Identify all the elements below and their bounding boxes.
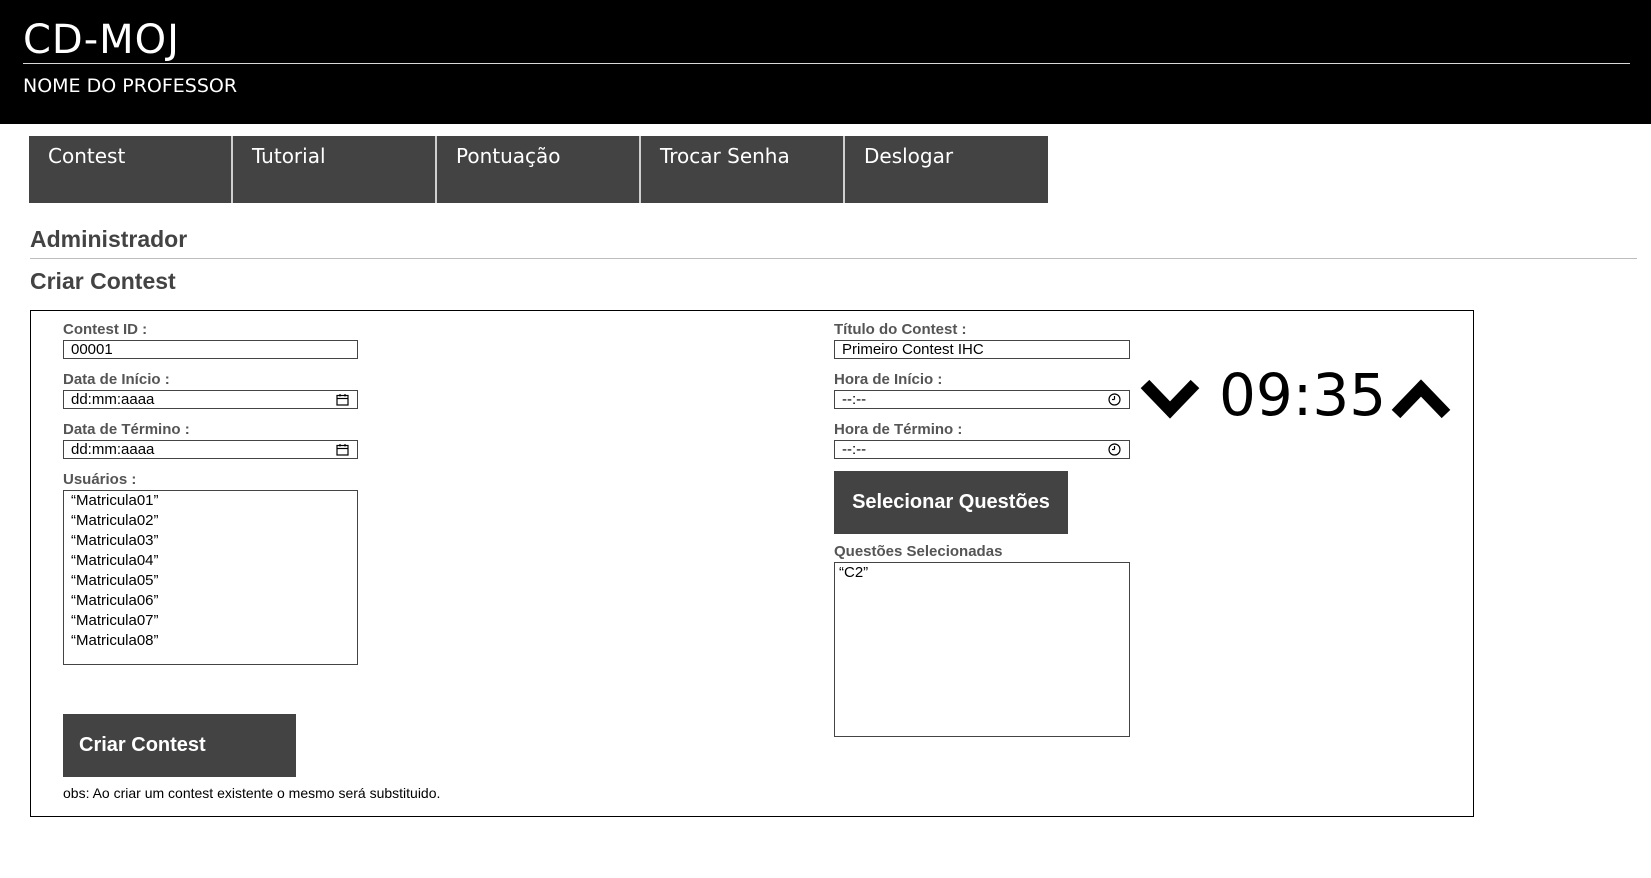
hora-termino-label: Hora de Término : <box>834 421 963 438</box>
list-item[interactable]: “Matricula07” <box>71 611 357 631</box>
calendar-icon[interactable] <box>336 443 349 456</box>
data-termino-input[interactable]: dd:mm:aaaa <box>63 440 358 459</box>
nav-item-deslogar[interactable]: Deslogar <box>845 136 1046 203</box>
usuarios-label: Usuários : <box>63 471 137 488</box>
list-item[interactable]: “Matricula02” <box>71 511 357 531</box>
subsection-title: Criar Contest <box>30 268 176 294</box>
nav-item-tutorial[interactable]: Tutorial <box>233 136 437 203</box>
nav-item-trocar-senha[interactable]: Trocar Senha <box>641 136 845 203</box>
clock-icon[interactable] <box>1108 393 1121 406</box>
list-item[interactable]: “Matricula01” <box>71 491 357 511</box>
selecionar-questoes-button[interactable]: Selecionar Questões <box>834 471 1068 534</box>
titulo-value: Primeiro Contest IHC <box>842 341 984 358</box>
list-item[interactable]: “Matricula03” <box>71 531 357 551</box>
contest-id-input[interactable]: 00001 <box>63 340 358 359</box>
questoes-listbox[interactable]: “C2” <box>834 562 1130 737</box>
questoes-selecionadas-label: Questões Selecionadas <box>834 543 1003 560</box>
usuarios-listbox[interactable]: “Matricula01” “Matricula02” “Matricula03… <box>63 490 358 665</box>
data-termino-value: dd:mm:aaaa <box>71 441 155 458</box>
contest-id-label: Contest ID : <box>63 321 148 338</box>
list-item[interactable]: “C2” <box>839 563 1129 583</box>
app-title: CD-MOJ <box>23 17 180 63</box>
time-picker-value: 09:35 <box>1219 361 1387 429</box>
section-divider <box>30 258 1637 259</box>
list-item[interactable]: “Matricula05” <box>71 571 357 591</box>
titulo-input[interactable]: Primeiro Contest IHC <box>834 340 1130 359</box>
list-item[interactable]: “Matricula04” <box>71 551 357 571</box>
main-nav: Contest Tutorial Pontuação Trocar Senha … <box>29 136 1048 203</box>
professor-name: NOME DO PROFESSOR <box>23 75 238 97</box>
header-divider <box>23 63 1630 64</box>
chevron-down-icon[interactable] <box>1139 376 1201 420</box>
data-inicio-input[interactable]: dd:mm:aaaa <box>63 390 358 409</box>
page: CD-MOJ NOME DO PROFESSOR Contest Tutoria… <box>0 0 1651 878</box>
chevron-up-icon[interactable] <box>1390 376 1452 420</box>
section-title: Administrador <box>30 226 188 252</box>
data-inicio-label: Data de Início : <box>63 371 170 388</box>
criar-contest-button[interactable]: Criar Contest <box>63 714 296 777</box>
list-item[interactable]: “Matricula06” <box>71 591 357 611</box>
data-inicio-value: dd:mm:aaaa <box>71 391 155 408</box>
app-header: CD-MOJ NOME DO PROFESSOR <box>0 0 1651 124</box>
nav-item-contest[interactable]: Contest <box>29 136 233 203</box>
hora-inicio-label: Hora de Início : <box>834 371 943 388</box>
hora-inicio-value: --:-- <box>842 391 867 408</box>
list-item[interactable]: “Matricula08” <box>71 631 357 651</box>
titulo-label: Título do Contest : <box>834 321 967 338</box>
obs-note: obs: Ao criar um contest existente o mes… <box>63 785 441 801</box>
hora-termino-input[interactable]: --:-- <box>834 440 1130 459</box>
contest-id-value: 00001 <box>71 341 113 358</box>
clock-icon[interactable] <box>1108 443 1121 456</box>
nav-item-pontuacao[interactable]: Pontuação <box>437 136 641 203</box>
hora-termino-value: --:-- <box>842 441 867 458</box>
data-termino-label: Data de Término : <box>63 421 190 438</box>
hora-inicio-input[interactable]: --:-- <box>834 390 1130 409</box>
calendar-icon[interactable] <box>336 393 349 406</box>
